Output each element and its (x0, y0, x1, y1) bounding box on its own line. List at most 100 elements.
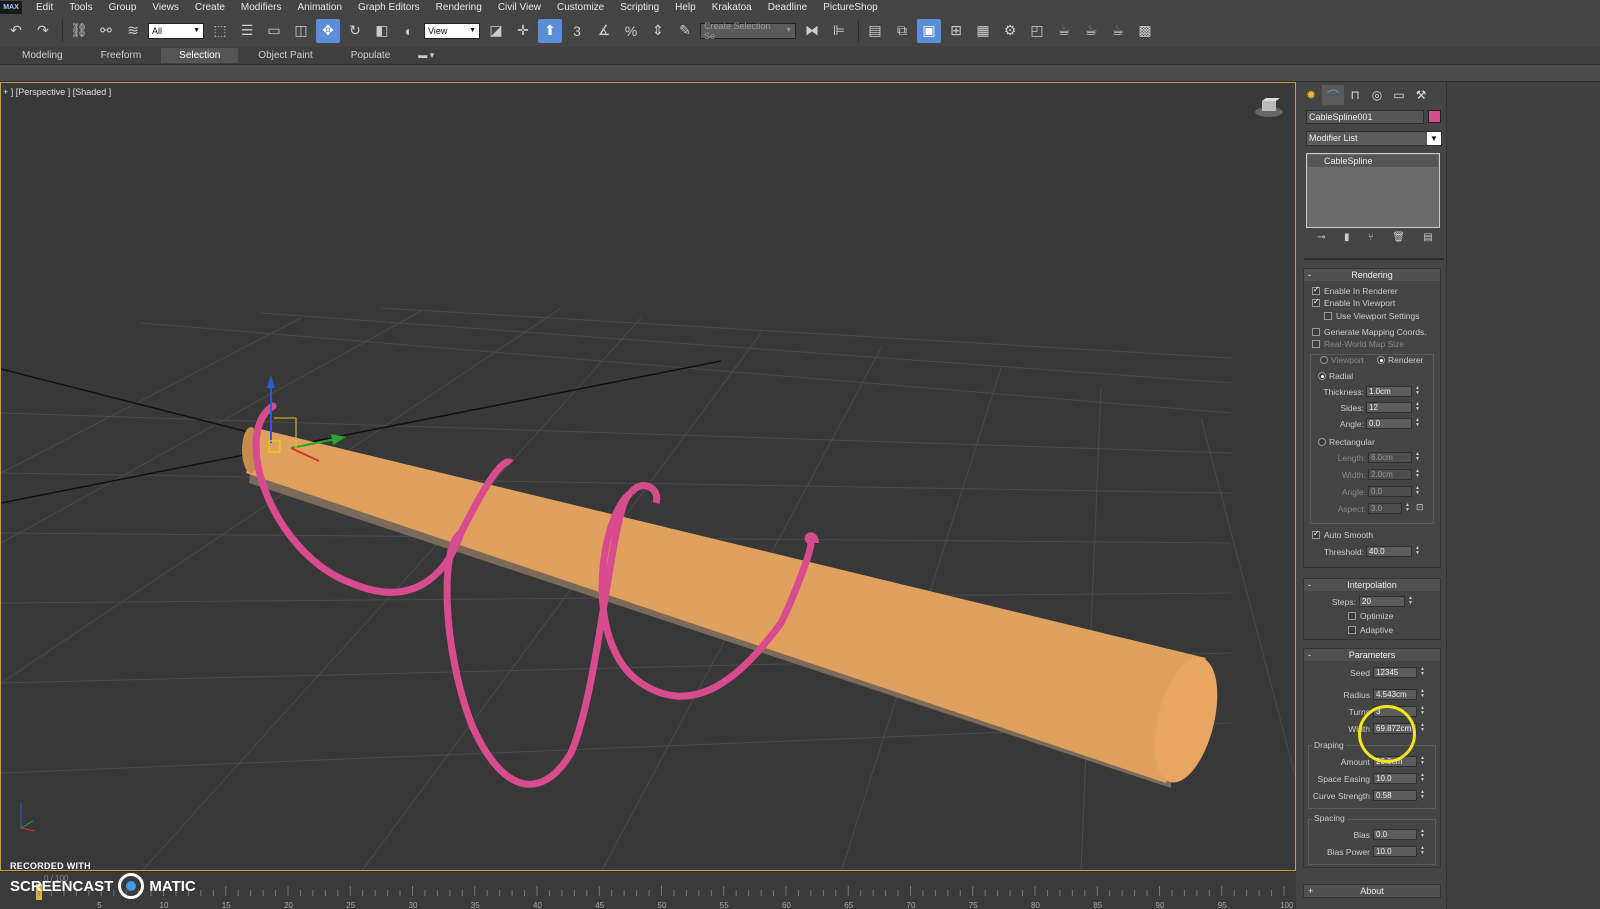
radial-radio[interactable] (1318, 372, 1326, 380)
generate-mapping-checkbox[interactable] (1312, 328, 1320, 336)
keyboard-shortcut-override-icon[interactable]: ⬆ (538, 18, 562, 43)
align-icon[interactable]: ⊫ (827, 19, 851, 43)
snaps-toggle-icon[interactable]: 3 (565, 19, 589, 43)
bias-field[interactable]: 0.0 (1373, 829, 1417, 840)
schematic-view-icon[interactable]: ⊞ (944, 19, 968, 43)
angle-spinner[interactable]: ▲ ▼ (1414, 418, 1421, 429)
optimize-checkbox[interactable] (1348, 612, 1356, 620)
curve-strength-field[interactable]: 0.58 (1373, 790, 1417, 801)
turns-field[interactable]: 3 (1373, 706, 1417, 717)
redo-icon[interactable]: ↷ (31, 19, 55, 43)
param-width-field[interactable]: 69.872cm (1373, 723, 1417, 734)
use-viewport-settings-checkbox[interactable] (1324, 312, 1332, 320)
material-editor-icon[interactable]: ▦ (971, 19, 995, 43)
make-unique-icon[interactable]: ⑂ (1368, 232, 1374, 246)
hierarchy-tab-icon[interactable]: ⊓ (1344, 85, 1366, 105)
create-tab-sun-icon[interactable]: ✹ (1300, 85, 1322, 105)
perspective-viewport[interactable]: + ] [Perspective ] [Shaded ] (0, 82, 1296, 871)
menu-pictureshop[interactable]: PictureShop (823, 2, 877, 13)
motion-tab-icon[interactable]: ◎ (1366, 85, 1388, 105)
space-easing-field[interactable]: 10.0 (1373, 773, 1417, 784)
modifier-stack[interactable]: CableSpline (1306, 153, 1440, 228)
length-field[interactable]: 6.0cm (1368, 452, 1412, 463)
menu-scripting[interactable]: Scripting (620, 2, 659, 13)
rectangular-radio[interactable] (1318, 438, 1326, 446)
about-rollout-header[interactable]: + About (1304, 885, 1440, 897)
space-easing-spinner[interactable]: ▲ ▼ (1419, 773, 1426, 784)
stack-item-cablespline[interactable]: CableSpline (1308, 155, 1438, 167)
param-width-spinner[interactable]: ▲ ▼ (1419, 723, 1426, 734)
undo-icon[interactable]: ↶ (4, 19, 28, 43)
rect-angle-spinner[interactable]: ▲ ▼ (1414, 486, 1421, 497)
interpolation-rollout-header[interactable]: - Interpolation (1304, 579, 1440, 591)
sides-spinner[interactable]: ▲ ▼ (1414, 402, 1421, 413)
menu-group[interactable]: Group (109, 2, 137, 13)
render-in-cloud-icon[interactable]: ▩ (1133, 19, 1157, 43)
steps-spinner[interactable]: ▲ ▼ (1407, 596, 1414, 607)
bias-spinner[interactable]: ▲ ▼ (1419, 829, 1426, 840)
app-logo[interactable]: MAX (0, 0, 22, 14)
scale-icon[interactable]: ◧ (370, 19, 394, 43)
menu-rendering[interactable]: Rendering (436, 2, 482, 13)
tab-object-paint[interactable]: Object Paint (240, 48, 330, 63)
aspect-spinner[interactable]: ▲ ▼ (1404, 503, 1411, 514)
mirror-icon[interactable]: ⧓ (800, 19, 824, 43)
viewport-label[interactable]: + ] [Perspective ] [Shaded ] (3, 87, 111, 97)
turns-spinner[interactable]: ▲ ▼ (1419, 706, 1426, 717)
show-end-result-icon[interactable]: ▮ (1344, 232, 1350, 246)
amount-spinner[interactable]: ▲ ▼ (1419, 756, 1426, 767)
menu-tools[interactable]: Tools (69, 2, 92, 13)
reference-coord-dropdown[interactable]: View ▼ (424, 22, 480, 39)
menu-edit[interactable]: Edit (36, 2, 53, 13)
render-setup-icon[interactable]: ⚙ (998, 19, 1022, 43)
aspect-field[interactable]: 3.0 (1368, 503, 1402, 514)
object-name-field[interactable]: CableSpline001 (1306, 110, 1424, 124)
rect-angle-field[interactable]: 0.0 (1368, 486, 1412, 497)
tab-modeling[interactable]: Modeling (4, 48, 81, 63)
viewcube-icon[interactable] (1254, 97, 1284, 119)
place-icon[interactable]: ◐ (397, 19, 421, 43)
aspect-lock-icon[interactable]: ⊡ (1416, 502, 1424, 513)
link-icon[interactable]: ⛓ (67, 19, 91, 43)
menu-customize[interactable]: Customize (557, 2, 604, 13)
selection-filter-dropdown[interactable]: All ▼ (148, 22, 204, 39)
menu-views[interactable]: Views (152, 2, 179, 13)
display-tab-icon[interactable]: ▭ (1388, 85, 1410, 105)
menu-help[interactable]: Help (675, 2, 696, 13)
select-manipulate-icon[interactable]: ✛ (511, 19, 535, 43)
remove-modifier-icon[interactable]: 🗑 (1392, 232, 1405, 246)
auto-smooth-checkbox[interactable] (1312, 529, 1320, 539)
named-selection-dropdown[interactable]: Create Selection Se ▼ (700, 21, 796, 41)
steps-field[interactable]: 20 (1359, 596, 1405, 607)
tab-freeform[interactable]: Freeform (83, 48, 160, 63)
menu-graph-editors[interactable]: Graph Editors (358, 2, 420, 13)
parameters-rollout-header[interactable]: - Parameters (1304, 649, 1440, 661)
rotate-icon[interactable]: ↻ (343, 19, 367, 43)
enable-in-renderer-checkbox[interactable] (1312, 285, 1320, 295)
renderer-radio[interactable] (1377, 356, 1385, 364)
angle-snap-icon[interactable]: ∡ (592, 19, 616, 43)
rendered-frame-window-icon[interactable]: ◰ (1025, 19, 1049, 43)
configure-sets-icon[interactable]: ▤ (1423, 232, 1432, 246)
curve-strength-spinner[interactable]: ▲ ▼ (1419, 790, 1426, 801)
render-iterative-icon[interactable]: ☕ (1079, 19, 1103, 43)
menu-modifiers[interactable]: Modifiers (241, 2, 282, 13)
bind-space-warp-icon[interactable]: ≋ (121, 19, 145, 43)
render-production-icon[interactable]: ☕ (1052, 19, 1076, 43)
sides-field[interactable]: 12 (1366, 402, 1412, 413)
layer-explorer-icon[interactable]: ▤ (863, 19, 887, 43)
spinner-snap-icon[interactable]: ⇕ (646, 19, 670, 43)
width-spinner[interactable]: ▲ ▼ (1414, 469, 1421, 480)
seed-spinner[interactable]: ▲ ▼ (1419, 667, 1426, 678)
toggle-ribbon-icon[interactable]: ⧉ (890, 19, 914, 43)
menu-create[interactable]: Create (195, 2, 225, 13)
angle-field[interactable]: 0.0 (1366, 418, 1412, 429)
bias-power-field[interactable]: 10.0 (1373, 846, 1417, 857)
tab-populate[interactable]: Populate (333, 48, 408, 63)
utilities-tab-icon[interactable]: ⚒ (1410, 85, 1432, 105)
render-activeshade-icon[interactable]: ☕ (1106, 19, 1130, 43)
enable-in-viewport-checkbox[interactable] (1312, 297, 1320, 307)
adaptive-checkbox[interactable] (1348, 626, 1356, 634)
viewport-radio[interactable] (1320, 356, 1328, 364)
ribbon-options-icon[interactable]: ▬ ▾ (418, 50, 434, 61)
